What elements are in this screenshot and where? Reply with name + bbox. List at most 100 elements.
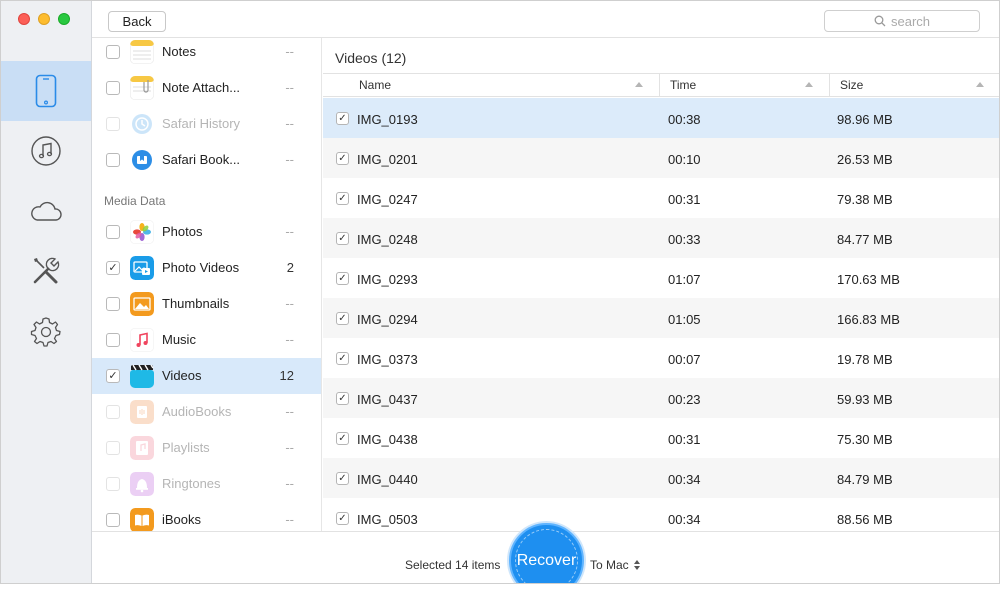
search-icon [874,15,886,27]
file-time: 00:07 [668,352,701,367]
table-row[interactable]: ✓ IMG_0503 00:34 88.56 MB [323,498,999,531]
category-checkbox[interactable] [106,45,120,59]
column-time-label: Time [670,78,697,92]
category-count: 12 [279,368,294,383]
thumbnails-icon [130,292,154,316]
category-count: -- [285,476,294,491]
minimize-window-button[interactable] [38,13,50,25]
column-header-time[interactable]: Time [660,74,830,96]
table-row[interactable]: ✓ IMG_0440 00:34 84.79 MB [323,458,999,498]
ringtones-icon [130,472,154,496]
file-size: 79.38 MB [837,192,893,207]
row-checkbox[interactable]: ✓ [336,512,349,525]
table-row[interactable]: ✓ IMG_0293 01:07 170.63 MB [323,258,999,298]
file-size: 26.53 MB [837,152,893,167]
category-checkbox[interactable] [106,225,120,239]
file-name: IMG_0201 [357,152,418,167]
table-row[interactable]: ✓ IMG_0193 00:38 98.96 MB [323,98,999,138]
category-photo-videos[interactable]: ✓ Photo Videos 2 [92,250,321,286]
row-checkbox[interactable]: ✓ [336,112,349,125]
category-ibooks[interactable]: iBooks -- [92,502,321,531]
table-row[interactable]: ✓ IMG_0248 00:33 84.77 MB [323,218,999,258]
maximize-window-button[interactable] [58,13,70,25]
file-name: IMG_0373 [357,352,418,367]
column-header-name[interactable]: Name [323,74,660,96]
table-row[interactable]: ✓ IMG_0294 01:05 166.83 MB [323,298,999,338]
category-audiobooks: AudioBooks -- [92,394,321,430]
rail-item-device[interactable] [1,61,91,121]
rail-item-settings[interactable] [1,301,91,361]
gear-icon [30,317,61,347]
file-name: IMG_0248 [357,232,418,247]
table-row[interactable]: ✓ IMG_0247 00:31 79.38 MB [323,178,999,218]
category-checkbox[interactable] [106,153,120,167]
file-time: 01:07 [668,272,701,287]
rail-item-itunes[interactable] [1,121,91,181]
category-label: Photo Videos [162,260,240,275]
bottom-bar: Selected 14 items Recover To Mac [92,523,999,583]
column-size-label: Size [840,78,864,92]
category-label: Videos [162,368,202,383]
category-label: Playlists [162,440,210,455]
category-safari-bookmarks[interactable]: Safari Book... -- [92,142,321,178]
category-music[interactable]: Music -- [92,322,321,358]
table-row[interactable]: ✓ IMG_0438 00:31 75.30 MB [323,418,999,458]
category-count: -- [285,224,294,239]
category-note-attachments[interactable]: Note Attach... -- [92,70,321,106]
back-button[interactable]: Back [108,11,166,32]
category-count: -- [285,116,294,131]
search-field[interactable]: search [824,10,980,32]
category-count: -- [285,80,294,95]
category-checkbox[interactable] [106,333,120,347]
file-size: 170.63 MB [837,272,900,287]
row-checkbox[interactable]: ✓ [336,312,349,325]
file-name: IMG_0437 [357,392,418,407]
search-placeholder: search [890,13,931,29]
category-safari-history: Safari History -- [92,106,321,142]
category-checkbox[interactable] [106,513,120,527]
sort-arrow-icon [976,82,984,87]
category-videos[interactable]: ✓ Videos 12 [92,358,321,394]
rail-item-icloud[interactable] [1,181,91,241]
close-window-button[interactable] [18,13,30,25]
category-label: Ringtones [162,476,221,491]
file-time: 00:34 [668,512,701,527]
category-checkbox[interactable]: ✓ [106,369,120,383]
category-photos[interactable]: Photos -- [92,214,321,250]
table-row[interactable]: ✓ IMG_0201 00:10 26.53 MB [323,138,999,178]
category-list: Notes -- Note Attach... -- Safari Histor… [92,38,322,531]
notes-icon [130,40,154,64]
table-row[interactable]: ✓ IMG_0437 00:23 59.93 MB [323,378,999,418]
videos-icon [130,364,154,388]
category-notes[interactable]: Notes -- [92,38,321,70]
category-label: iBooks [162,512,202,527]
row-checkbox[interactable]: ✓ [336,272,349,285]
table-row[interactable]: ✓ IMG_0373 00:07 19.78 MB [323,338,999,378]
destination-selector[interactable]: To Mac [590,558,640,572]
table-header: Name Time Size [323,73,999,97]
category-thumbnails[interactable]: Thumbnails -- [92,286,321,322]
section-heading-media: Media Data [104,194,166,208]
row-checkbox[interactable]: ✓ [336,472,349,485]
column-header-size[interactable]: Size [830,74,999,96]
phone-icon [35,74,57,108]
file-time: 00:38 [668,112,701,127]
row-checkbox[interactable]: ✓ [336,352,349,365]
category-label: Notes [162,44,196,59]
file-size: 84.79 MB [837,472,893,487]
row-checkbox[interactable]: ✓ [336,432,349,445]
row-checkbox[interactable]: ✓ [336,192,349,205]
category-playlists: Playlists -- [92,430,321,466]
recover-button[interactable]: Recover [509,523,584,583]
file-name: IMG_0438 [357,432,418,447]
category-checkbox[interactable] [106,81,120,95]
row-checkbox[interactable]: ✓ [336,392,349,405]
rail-item-tools[interactable] [1,241,91,301]
row-checkbox[interactable]: ✓ [336,152,349,165]
category-checkbox[interactable] [106,297,120,311]
category-label: Safari Book... [162,152,241,167]
file-time: 00:31 [668,432,701,447]
category-checkbox[interactable]: ✓ [106,261,120,275]
row-checkbox[interactable]: ✓ [336,232,349,245]
list-title: Videos (12) [335,50,407,66]
